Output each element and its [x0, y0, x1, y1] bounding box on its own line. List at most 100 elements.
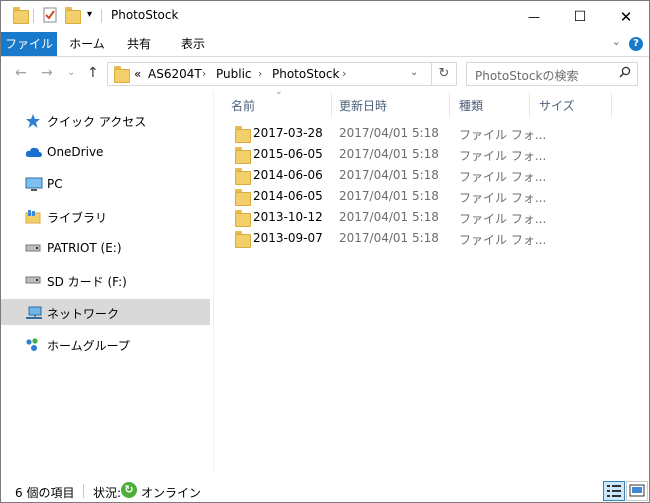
nav-item-label: OneDrive [47, 145, 104, 159]
column-divider[interactable] [611, 93, 612, 117]
nav-item-label: ホームグループ [47, 339, 130, 353]
column-divider[interactable] [331, 93, 332, 117]
file-type: ファイル フォ... [459, 149, 547, 163]
search-box[interactable]: PhotoStockの検索 [466, 62, 638, 86]
nav-item-pc[interactable]: PC [1, 171, 210, 197]
maximize-button[interactable]: ☐ [557, 1, 603, 32]
column-header-size[interactable]: サイズ [539, 97, 575, 114]
large-icons-view-icon [629, 484, 645, 497]
forward-arrow-icon[interactable]: → [41, 65, 53, 81]
help-icon[interactable]: ? [629, 37, 643, 51]
file-date: 2017/04/01 5:18 [339, 231, 439, 245]
nav-item-label: クイック アクセス [47, 115, 147, 129]
chevron-right-icon[interactable]: › [342, 67, 346, 80]
column-divider[interactable] [449, 93, 450, 117]
file-name: 2017-03-28 [253, 126, 323, 140]
maximize-icon: ☐ [573, 8, 587, 25]
file-date: 2017/04/01 5:18 [339, 189, 439, 203]
drive-icon [25, 241, 41, 255]
file-name: 2014-06-05 [253, 189, 323, 203]
column-header-date[interactable]: 更新日時 [339, 97, 387, 114]
breadcrumb-photostock[interactable]: PhotoStock [272, 67, 339, 81]
tab-view[interactable]: 表示 [171, 32, 215, 56]
file-date: 2017/04/01 5:18 [339, 126, 439, 140]
file-row[interactable]: 2013-09-07 2017/04/01 5:18 ファイル フォ... [223, 228, 546, 249]
nav-item-patriot[interactable]: PATRIOT (E:) [1, 235, 210, 261]
file-date: 2017/04/01 5:18 [339, 147, 439, 161]
details-view-icon [607, 485, 621, 497]
file-row[interactable]: 2017-03-28 2017/04/01 5:18 ファイル フォ... [223, 123, 546, 144]
large-icons-view-button[interactable] [626, 481, 648, 501]
back-arrow-icon[interactable]: ← [15, 65, 27, 81]
title-divider [33, 9, 34, 23]
file-type: ファイル フォ... [459, 191, 547, 205]
nav-item-library[interactable]: ライブラリ [1, 203, 210, 229]
library-icon [25, 209, 41, 224]
cloud-icon [25, 145, 42, 159]
close-button[interactable]: ✕ [603, 1, 649, 32]
address-bar[interactable]: « AS6204T › Public › PhotoStock › ⌄ ↻ [107, 62, 457, 86]
chevron-down-icon[interactable]: ⌄ [410, 67, 418, 78]
tab-share[interactable]: 共有 [117, 32, 161, 56]
breadcrumb-public[interactable]: Public [216, 67, 252, 81]
nav-item-label: SD カード (F:) [47, 275, 127, 289]
explorer-window: ▾ PhotoStock — ☐ ✕ ファイル ホーム 共有 表示 ⌄ ? ← … [0, 0, 650, 503]
column-header-name[interactable]: 名前 [231, 97, 255, 114]
breadcrumb-as6204t[interactable]: AS6204T [148, 67, 202, 81]
file-date: 2017/04/01 5:18 [339, 210, 439, 224]
search-icon[interactable] [619, 66, 631, 81]
file-name: 2015-06-05 [253, 147, 323, 161]
overflow-crumb[interactable]: « [134, 67, 141, 81]
file-date: 2017/04/01 5:18 [339, 168, 439, 182]
nav-item-sd-card[interactable]: SD カード (F:) [1, 267, 210, 293]
file-row[interactable]: 2014-06-05 2017/04/01 5:18 ファイル フォ... [223, 186, 546, 207]
star-icon [25, 113, 41, 128]
minimize-button[interactable]: — [511, 1, 557, 32]
nav-item-label: PC [47, 177, 63, 191]
nav-item-quick-access[interactable]: クイック アクセス [1, 107, 210, 133]
nav-item-homegroup[interactable]: ホームグループ [1, 331, 210, 357]
tab-home[interactable]: ホーム [65, 32, 109, 56]
up-arrow-icon[interactable]: ↑ [87, 65, 99, 81]
search-input[interactable]: PhotoStockの検索 [475, 67, 578, 84]
status-value: オンライン [141, 486, 202, 500]
monitor-icon [25, 177, 43, 191]
homegroup-icon [25, 337, 41, 351]
chevron-right-icon[interactable]: › [258, 67, 262, 80]
recent-locations-icon[interactable]: ⌄ [67, 67, 75, 78]
properties-icon[interactable] [43, 7, 57, 26]
file-name: 2014-06-06 [253, 168, 323, 182]
tab-file[interactable]: ファイル [1, 32, 57, 56]
file-row[interactable]: 2014-06-06 2017/04/01 5:18 ファイル フォ... [223, 165, 546, 186]
file-name: 2013-09-07 [253, 231, 323, 245]
sort-caret-icon: ⌄ [275, 87, 283, 97]
file-name: 2013-10-12 [253, 210, 323, 224]
nav-item-label: ネットワーク [47, 307, 120, 321]
item-count: 6 個の項目 [15, 486, 75, 500]
file-type: ファイル フォ... [459, 212, 547, 226]
column-headers: ⌄ 名前 更新日時 種類 サイズ [223, 87, 649, 117]
sd-card-icon [25, 273, 41, 287]
nav-item-label: PATRIOT (E:) [47, 241, 122, 255]
file-row[interactable]: 2015-06-05 2017/04/01 5:18 ファイル フォ... [223, 144, 546, 165]
status-divider [83, 484, 84, 498]
chevron-right-icon[interactable]: › [202, 67, 206, 80]
customize-toolbar-icon[interactable]: ▾ [87, 9, 92, 20]
nav-item-onedrive[interactable]: OneDrive [1, 139, 210, 165]
close-icon: ✕ [619, 7, 633, 26]
file-type: ファイル フォ... [459, 170, 547, 184]
column-header-type[interactable]: 種類 [459, 97, 483, 114]
column-divider[interactable] [529, 93, 530, 117]
status-label: 状況: [93, 486, 122, 500]
refresh-icon[interactable]: ↻ [431, 63, 456, 85]
minimize-icon: — [528, 9, 540, 24]
file-row[interactable]: 2013-10-12 2017/04/01 5:18 ファイル フォ... [223, 207, 546, 228]
file-type: ファイル フォ... [459, 233, 547, 247]
expand-ribbon-icon[interactable]: ⌄ [612, 35, 621, 48]
title-bar: ▾ PhotoStock — ☐ ✕ [1, 1, 649, 32]
title-divider [101, 9, 102, 23]
navigation-bar: ← → ⌄ ↑ « AS6204T › Public › PhotoStock … [1, 57, 649, 91]
nav-item-network[interactable]: ネットワーク [1, 299, 210, 325]
details-view-button[interactable] [603, 481, 625, 501]
status-bar: 6 個の項目 状況: ↻ オンライン [1, 479, 649, 502]
